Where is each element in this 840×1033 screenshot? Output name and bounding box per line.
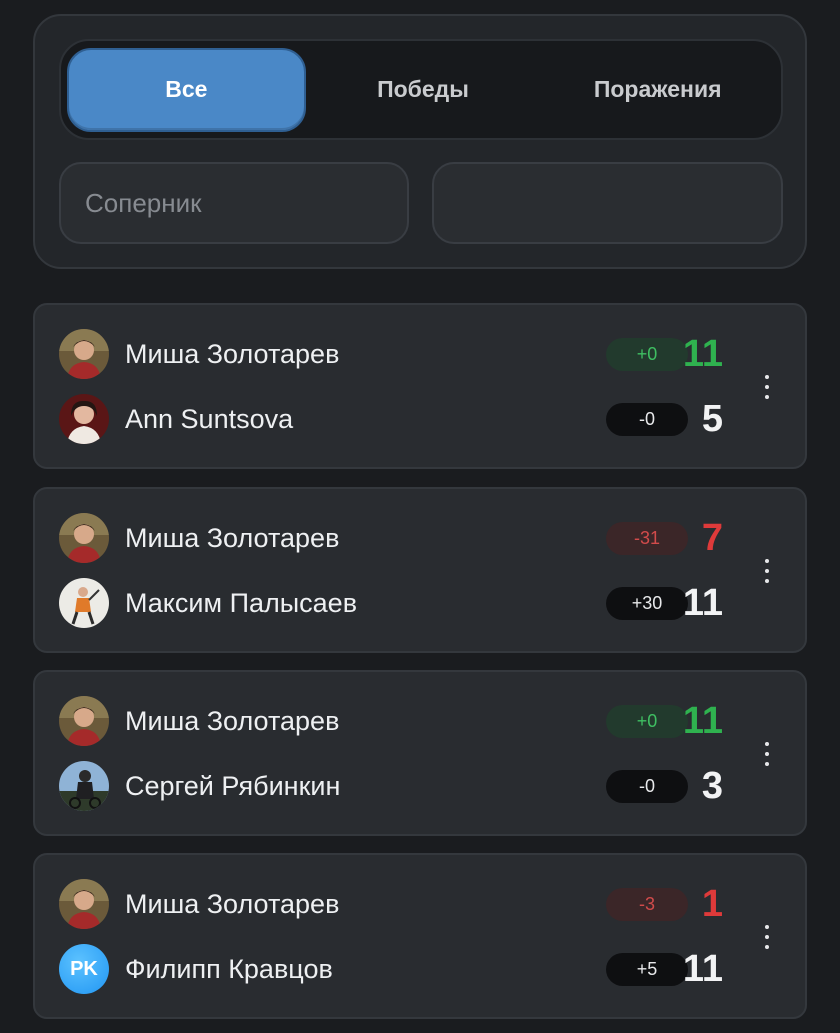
secondary-filter-field[interactable] xyxy=(432,162,783,244)
player-score: 11 xyxy=(682,332,723,375)
match-card[interactable]: Миша Золотарев +0 11 Сергей Рябинкин -0 … xyxy=(33,670,807,836)
player-score: 11 xyxy=(682,699,723,742)
filter-panel: Все Победы Поражения Соперник xyxy=(33,14,807,269)
tab-all[interactable]: Все xyxy=(67,47,306,132)
avatar xyxy=(59,513,109,563)
player-row: Миша Золотарев -31 7 xyxy=(59,512,805,564)
avatar xyxy=(59,879,109,929)
match-card[interactable]: Миша Золотарев -31 7 Максим Палысаев +30… xyxy=(33,487,807,653)
player-score: 7 xyxy=(701,516,723,559)
player-row: Максим Палысаев +30 11 xyxy=(59,577,805,629)
player-row: Сергей Рябинкин -0 3 xyxy=(59,760,805,812)
avatar-initials: PK xyxy=(59,944,109,994)
match-card[interactable]: Миша Золотарев -3 1 PK Филипп Кравцов +5… xyxy=(33,853,807,1019)
player-row: PK Филипп Кравцов +5 11 xyxy=(59,943,805,995)
avatar xyxy=(59,696,109,746)
avatar xyxy=(59,761,109,811)
more-options-icon[interactable] xyxy=(763,925,771,949)
player-row: Миша Золотарев +0 11 xyxy=(59,695,805,747)
avatar xyxy=(59,329,109,379)
player-score: 11 xyxy=(682,947,723,990)
tab-wins[interactable]: Победы xyxy=(306,48,541,132)
opponent-input[interactable]: Соперник xyxy=(59,162,409,244)
player-score: 5 xyxy=(701,397,723,440)
more-options-icon[interactable] xyxy=(763,375,771,399)
avatar xyxy=(59,578,109,628)
result-tabs: Все Победы Поражения xyxy=(59,39,783,140)
player-row: Миша Золотарев -3 1 xyxy=(59,878,805,930)
player-score: 1 xyxy=(701,882,723,925)
player-score: 11 xyxy=(682,581,723,624)
opponent-placeholder: Соперник xyxy=(85,187,202,218)
player-row: Ann Suntsova -0 5 xyxy=(59,393,805,445)
player-score: 3 xyxy=(701,764,723,807)
more-options-icon[interactable] xyxy=(763,559,771,583)
more-options-icon[interactable] xyxy=(763,742,771,766)
match-card[interactable]: Миша Золотарев +0 11 Ann Suntsova -0 5 xyxy=(33,303,807,469)
tab-losses[interactable]: Поражения xyxy=(540,48,775,132)
avatar xyxy=(59,394,109,444)
player-row: Миша Золотарев +0 11 xyxy=(59,328,805,380)
